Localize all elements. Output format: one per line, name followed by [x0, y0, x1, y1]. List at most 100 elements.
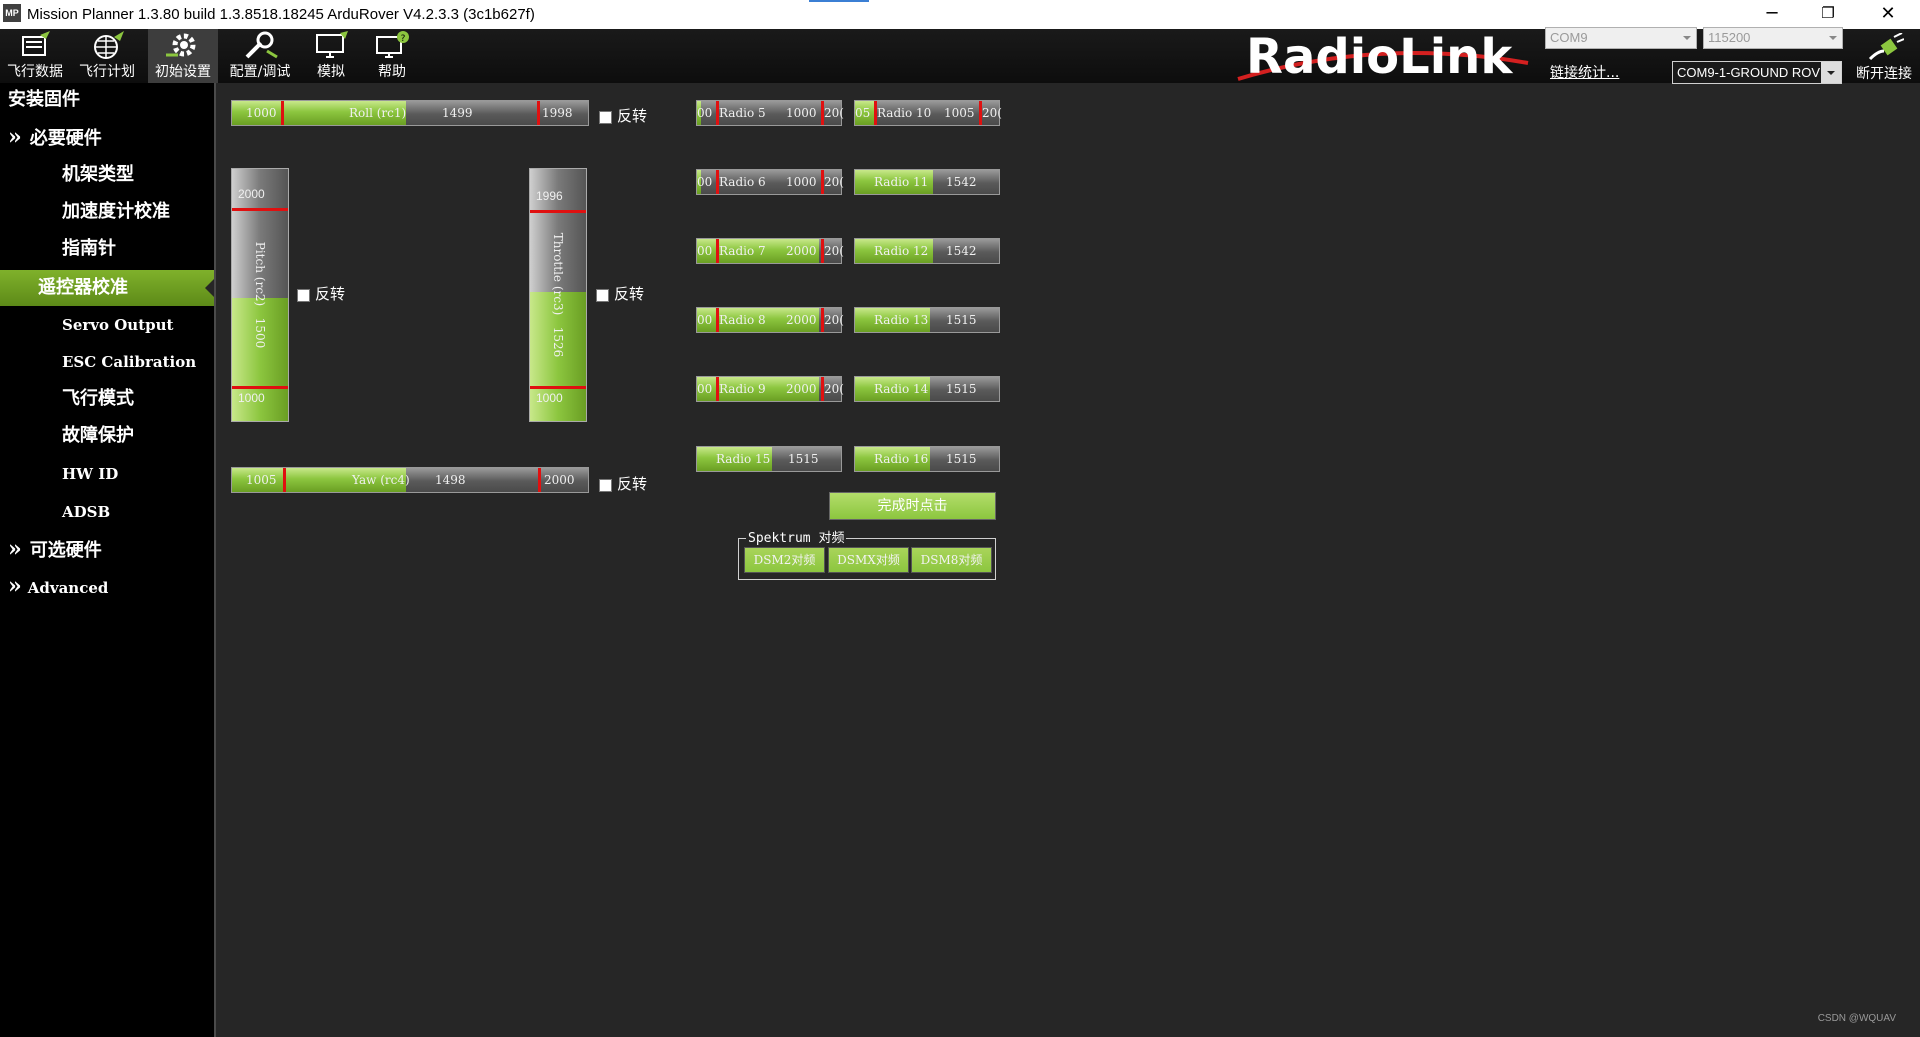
baud-value: 115200 — [1708, 30, 1751, 45]
calibration-done-button[interactable]: 完成时点击 — [829, 492, 996, 520]
yaw-channel-bar: 1005 Yaw (rc4) 1498 2000 — [231, 467, 589, 493]
chevron-down-icon — [1827, 71, 1835, 75]
throttle-name: Throttle (rc3) — [551, 232, 565, 316]
channel-current-value: 1000 — [786, 106, 817, 120]
toolbar-initial-setup[interactable]: 初始设置 — [148, 29, 218, 83]
toolbar-flight-data[interactable]: 飞行数据 — [0, 29, 70, 83]
baud-select[interactable]: 115200 — [1703, 27, 1843, 49]
sidebar-item-esc-calibration[interactable]: ESC Calibration — [0, 347, 214, 377]
pitch-min-marker — [232, 386, 288, 389]
help-icon: ? — [376, 31, 409, 58]
toolbar-help[interactable]: ? 帮助 — [357, 29, 427, 83]
toolbar-config-tuning[interactable]: 配置/调试 — [225, 29, 295, 83]
channel-max-value: 20( — [824, 313, 844, 327]
sidebar-item-advanced[interactable]: » Advanced — [0, 571, 214, 601]
sidebar-item-adsb[interactable]: ADSB — [0, 497, 214, 527]
radio-channel-bar: 00 Radio 7 2000 20( — [696, 238, 844, 264]
sidebar-item-failsafe[interactable]: 故障保护 — [0, 421, 214, 451]
toolbar-label: 飞行数据 — [7, 64, 63, 80]
channel-max-value: 20( — [824, 175, 844, 189]
channel-current-value: 1000 — [786, 175, 817, 189]
channel-min-value: 00 — [697, 106, 713, 120]
channel-current-value: 1515 — [946, 382, 977, 396]
channel-max-value: 20( — [982, 106, 1002, 120]
sidebar-item-compass[interactable]: 指南针 — [0, 234, 214, 264]
connection-select[interactable]: COM9-1-GROUND ROVER — [1672, 61, 1842, 84]
dsmx-bind-button[interactable]: DSMX对频 — [828, 547, 909, 573]
yaw-label: Yaw (rc4) — [352, 473, 410, 487]
chevron-down-icon — [1829, 36, 1837, 40]
throttle-current-value: 1526 — [551, 326, 565, 358]
yaw-max-value: 2000 — [544, 473, 575, 487]
channel-current-value: 1515 — [946, 452, 977, 466]
channel-label: Radio 14 — [874, 382, 929, 396]
toolbar-label: 帮助 — [378, 64, 406, 80]
roll-channel-bar: 1000 Roll (rc1) 1499 1998 — [231, 100, 589, 126]
sidebar-item-install-firmware[interactable]: 安装固件 — [0, 85, 214, 115]
simulation-icon — [316, 31, 348, 58]
sidebar-item-servo-output[interactable]: Servo Output — [0, 310, 214, 340]
roll-min-value: 1000 — [246, 106, 277, 120]
sidebar-item-accel-calibration[interactable]: 加速度计校准 — [0, 197, 214, 227]
minimize-button[interactable]: ─ — [1744, 0, 1800, 29]
svg-text:?: ? — [401, 34, 406, 44]
pitch-channel-bar: 2000 1000 Pitch (rc2) 1500 — [231, 168, 289, 422]
yaw-min-value: 1005 — [246, 473, 277, 487]
app-icon: MP — [3, 4, 21, 22]
close-button[interactable]: ✕ — [1860, 0, 1916, 29]
link-stats-link[interactable]: 链接统计... — [1550, 62, 1619, 82]
yaw-reverse-label: 反转 — [617, 475, 648, 493]
pitch-current-value: 1500 — [253, 317, 267, 349]
channel-current-value: 1515 — [788, 452, 819, 466]
throttle-max-value: 1996 — [536, 189, 563, 203]
toolbar-label: 模拟 — [317, 64, 345, 80]
dropdown-button[interactable] — [1821, 62, 1841, 83]
toolbar-simulation[interactable]: 模拟 — [296, 29, 366, 83]
connection-value: COM9-1-GROUND ROVER — [1677, 65, 1839, 80]
sidebar-item-radio-calibration[interactable]: 遥控器校准 — [0, 270, 214, 306]
roll-min-marker — [281, 101, 284, 125]
title-accent-line — [809, 0, 869, 2]
pitch-reverse-label: 反转 — [315, 285, 346, 303]
channel-label: Radio 10 — [877, 106, 932, 120]
radio-channel-bar: 00 Radio 8 2000 20( — [696, 307, 844, 333]
radio-channel-bar: 00 Radio 5 1000 20( — [696, 100, 844, 126]
toolbar-flight-plan[interactable]: 飞行计划 — [72, 29, 142, 83]
restore-button[interactable]: ❐ — [1800, 0, 1856, 29]
channel-min-value: 00 — [697, 175, 713, 189]
channel-current-value: 1515 — [946, 313, 977, 327]
yaw-reverse-checkbox[interactable] — [599, 479, 612, 492]
channel-label: Radio 12 — [874, 244, 929, 258]
roll-reverse-label: 反转 — [617, 107, 648, 125]
port-select[interactable]: COM9 — [1545, 27, 1697, 49]
disconnect-button[interactable]: 断开连接 — [1848, 29, 1920, 83]
pitch-label: Pitch (rc2) 1500 — [253, 242, 267, 348]
sidebar-item-flight-modes[interactable]: 飞行模式 — [0, 384, 214, 414]
yaw-max-marker — [538, 468, 541, 492]
throttle-reverse-checkbox[interactable] — [596, 289, 609, 302]
plug-icon — [1868, 33, 1904, 61]
sidebar-item-mandatory-hardware[interactable]: » 必要硬件 — [0, 122, 214, 152]
sidebar-item-optional-hardware[interactable]: » 可选硬件 — [0, 534, 214, 564]
channel-current-value: 2000 — [786, 244, 817, 258]
radio-channel-bar: Radio 16 1515 — [854, 446, 1000, 472]
sidebar-item-label: 可选硬件 — [29, 540, 102, 561]
channel-current-value: 1542 — [946, 175, 977, 189]
throttle-min-marker — [530, 386, 586, 389]
channel-max-value: 20( — [824, 382, 844, 396]
pitch-name: Pitch (rc2) — [253, 241, 267, 307]
spektrum-group-title: Spektrum 对频 — [746, 527, 847, 546]
pitch-min-value: 1000 — [238, 391, 265, 405]
sidebar-item-frame-type[interactable]: 机架类型 — [0, 160, 214, 190]
channel-max-value: 20( — [824, 106, 844, 120]
throttle-channel-bar: 1996 1000 Throttle (rc3) 1526 — [529, 168, 587, 422]
sidebar-item-hw-id[interactable]: HW ID — [0, 459, 214, 489]
dsm2-bind-button[interactable]: DSM2对频 — [744, 547, 825, 573]
roll-max-marker — [537, 101, 540, 125]
roll-reverse-checkbox[interactable] — [599, 111, 612, 124]
radio-channel-bar: Radio 12 1542 — [854, 238, 1000, 264]
dsm8-bind-button[interactable]: DSM8对频 — [911, 547, 992, 573]
pitch-reverse-checkbox[interactable] — [297, 289, 310, 302]
watermark-text: CSDN @WQUAV — [1817, 1013, 1896, 1024]
port-value: COM9 — [1550, 30, 1588, 45]
